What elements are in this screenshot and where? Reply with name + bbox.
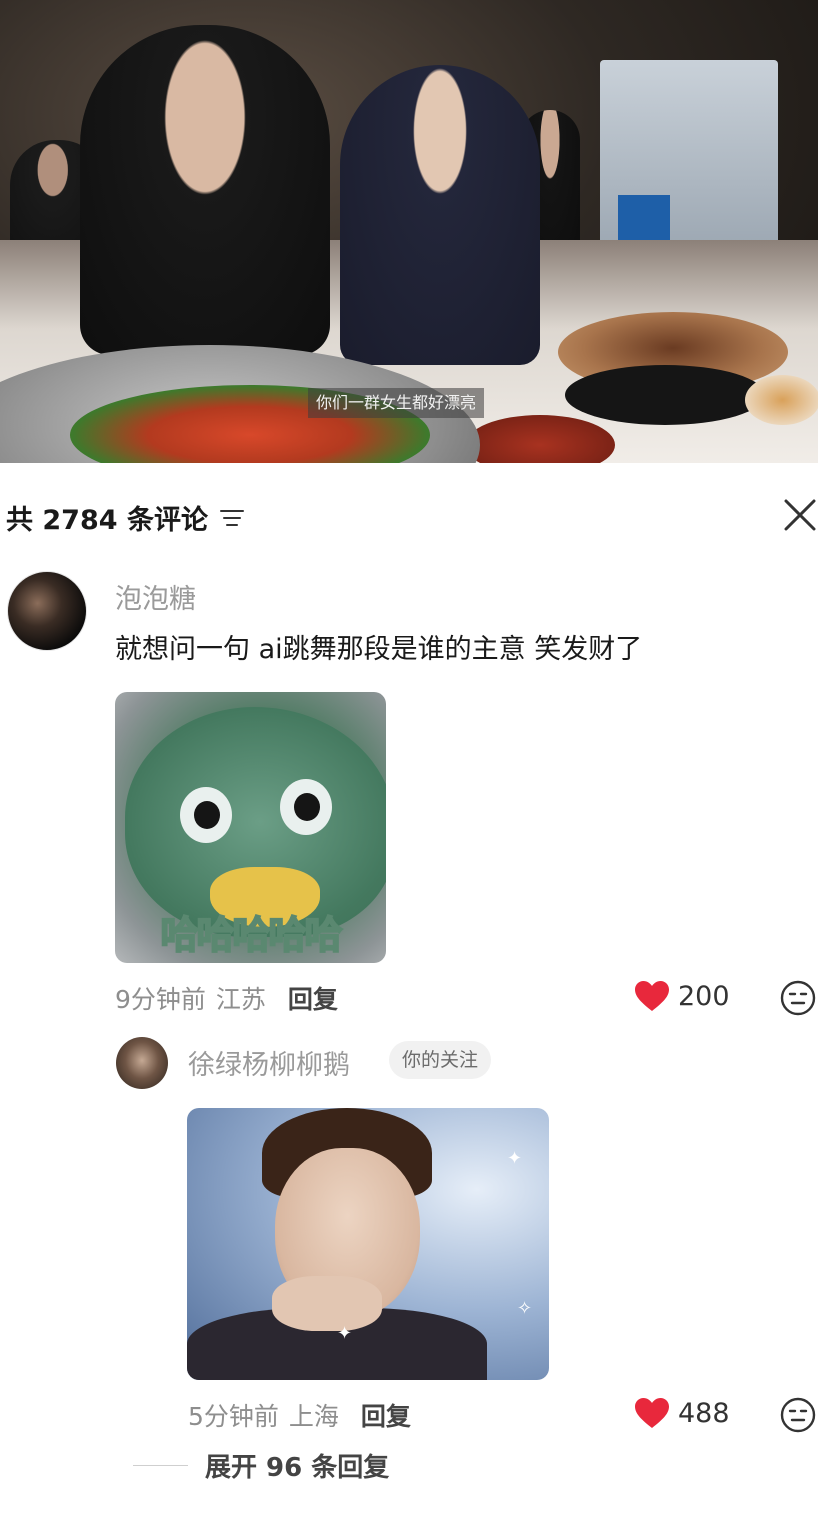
neutral-face-icon xyxy=(780,1397,816,1433)
like-button[interactable]: 488 xyxy=(634,1397,730,1429)
reply-time: 5分钟前 xyxy=(188,1402,279,1431)
portrait-hands xyxy=(272,1276,382,1331)
man-figure xyxy=(340,65,540,365)
comments-header: 共 2784 条评论 xyxy=(0,463,818,563)
side-dish xyxy=(745,375,818,425)
sparkle-icon: ✦ xyxy=(507,1148,523,1169)
expand-divider xyxy=(133,1465,188,1466)
neutral-face-icon xyxy=(780,980,816,1016)
sparkle-icon: ✧ xyxy=(517,1298,533,1319)
monster-eye xyxy=(180,787,232,843)
video-frame[interactable]: 你们一群女生都好漂亮 xyxy=(0,0,818,463)
reply-username[interactable]: 徐绿杨柳柳鹅 xyxy=(188,1043,350,1082)
like-count: 200 xyxy=(678,980,730,1012)
like-count: 488 xyxy=(678,1397,730,1429)
like-button[interactable]: 200 xyxy=(634,980,730,1012)
close-button[interactable] xyxy=(780,495,818,535)
reply-button[interactable]: 回复 xyxy=(361,1397,411,1433)
comment-count-label: 共 2784 条评论 xyxy=(6,505,208,536)
emoji-reaction-button[interactable] xyxy=(780,980,816,1016)
comment-count: 共 2784 条评论 xyxy=(6,498,246,537)
green-monster-figure xyxy=(125,707,386,937)
expand-replies-button[interactable]: 展开 96 条回复 xyxy=(205,1447,389,1484)
video-subtitle: 你们一群女生都好漂亮 xyxy=(308,388,485,418)
avatar[interactable] xyxy=(116,1037,168,1089)
comment-meta: 9分钟前 江苏 回复 xyxy=(115,980,338,1016)
heart-icon xyxy=(635,981,669,1011)
reply-button[interactable]: 回复 xyxy=(288,980,338,1016)
avatar[interactable] xyxy=(7,571,87,651)
woman-figure xyxy=(80,25,330,355)
reply-meta: 5分钟前 上海 回复 xyxy=(188,1397,411,1433)
stove xyxy=(565,365,765,425)
emoji-reaction-button[interactable] xyxy=(780,1397,816,1433)
heart-icon xyxy=(635,1398,669,1428)
comment-sticker-image[interactable]: 哈哈哈哈哈 xyxy=(115,692,386,963)
comment-text: 就想问一句 ai跳舞那段是谁的主意 笑发财了 xyxy=(115,634,643,665)
reply-location: 上海 xyxy=(288,1402,339,1431)
filter-lines-icon[interactable] xyxy=(219,507,246,529)
comment-username[interactable]: 泡泡糖 xyxy=(115,577,196,616)
following-badge: 你的关注 xyxy=(389,1041,492,1079)
sticker-caption: 哈哈哈哈哈 xyxy=(159,912,343,958)
comment-location: 江苏 xyxy=(215,985,266,1014)
sparkle-icon: ✦ xyxy=(337,1323,353,1344)
reply-sticker-image[interactable]: ✦ ✦ ✧ xyxy=(187,1108,549,1380)
comment-time: 9分钟前 xyxy=(115,985,206,1014)
close-x-icon xyxy=(784,499,816,531)
monster-eye xyxy=(280,779,332,835)
